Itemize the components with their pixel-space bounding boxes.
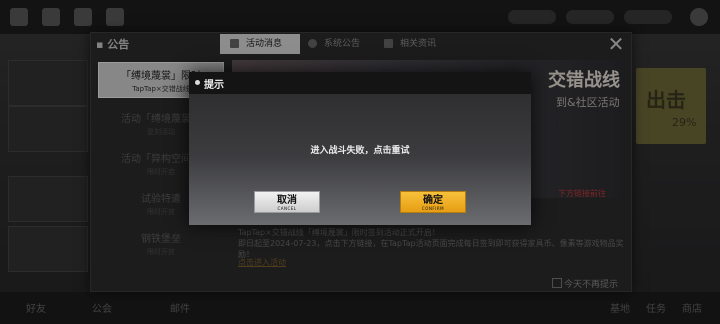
confirm-button[interactable]: 确定 CONFIRM [400, 191, 466, 213]
dialog-title: 提示 [204, 80, 224, 91]
dialog-message: 进入战斗失败，点击重试 [310, 146, 410, 156]
cancel-button[interactable]: 取消 CANCEL [254, 191, 320, 213]
dialog-header [189, 72, 531, 94]
dot-icon [195, 80, 200, 85]
